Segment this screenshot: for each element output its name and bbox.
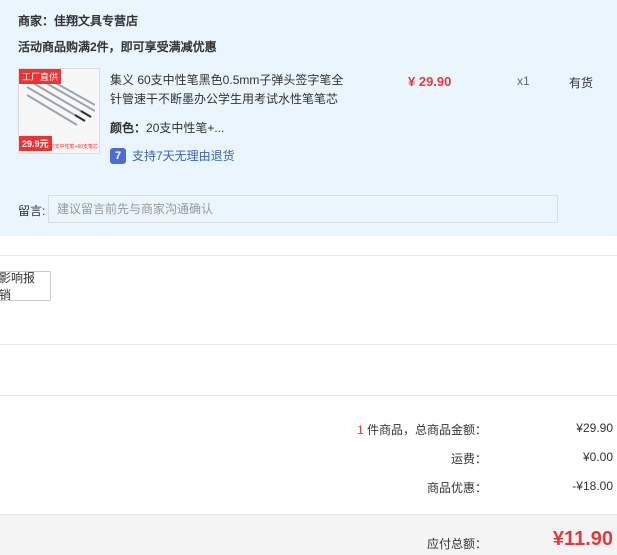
color-value: 20支中性笔+... (146, 121, 225, 135)
summary-shipping-row: 运费： ¥0.00 (0, 450, 617, 470)
divider (0, 395, 617, 396)
pens-image (26, 77, 95, 126)
shipping-label: 运费： (450, 452, 487, 466)
thumb-price: 29.9元 (19, 136, 52, 151)
summary-discount-row: 商品优惠： -¥18.00 (0, 479, 617, 499)
product-title-link[interactable]: 集义 60支中性笔黑色0.5mm子弹头签字笔全针管速干不断墨办公学生用考试水性笔… (110, 71, 350, 109)
merchant-name: 商家：佳翔文具专营店 (18, 14, 139, 28)
discount-label: 商品优惠： (426, 481, 487, 495)
summary-items-label: 1 件商品，总商品金额： (357, 421, 487, 438)
summary-items-value: ¥29.90 (576, 421, 613, 435)
thumb-badge-top: 工厂直供 (19, 69, 62, 84)
shop-order-panel: 商家：佳翔文具专营店 活动商品购满2件，即可享受满减优惠 工厂直供 29.9元 … (0, 0, 617, 236)
shipping-value: ¥0.00 (582, 450, 613, 464)
color-label: 颜色： (110, 121, 147, 135)
product-price: ¥ 29.90 (408, 74, 452, 89)
item-count: 1 (356, 423, 364, 437)
return-policy-text: 支持7天无理由退货 (132, 149, 235, 163)
return-policy[interactable]: 7 支持7天无理由退货 (110, 147, 235, 164)
invoice-button[interactable]: 影响报销 (0, 271, 51, 302)
color-spec: 颜色：20支中性笔+... (110, 119, 224, 136)
total-label: 应付总额： (426, 537, 487, 551)
product-thumbnail[interactable]: 工厂直供 29.9元 20支中性笔+60支笔芯 (18, 68, 100, 154)
note-label: 留言: (18, 204, 46, 218)
return-7day-icon: 7 (110, 147, 126, 164)
divider (0, 344, 617, 345)
total-bar: 应付总额： ¥11.90 (0, 514, 617, 555)
discount-value: -¥18.00 (572, 479, 613, 493)
items-label-text: 件商品，总商品金额： (363, 423, 487, 437)
summary-items-row: 1 件商品，总商品金额： ¥29.90 (0, 421, 617, 441)
product-quantity: x1 (517, 74, 530, 88)
divider (0, 255, 617, 256)
note-input[interactable] (48, 195, 558, 223)
thumb-small-text: 20支中性笔+60支笔芯 (49, 144, 99, 150)
promo-notice: 活动商品购满2件，即可享受满减优惠 (18, 40, 217, 54)
total-value: ¥11.90 (552, 528, 613, 550)
stock-status: 有货 (569, 76, 594, 90)
